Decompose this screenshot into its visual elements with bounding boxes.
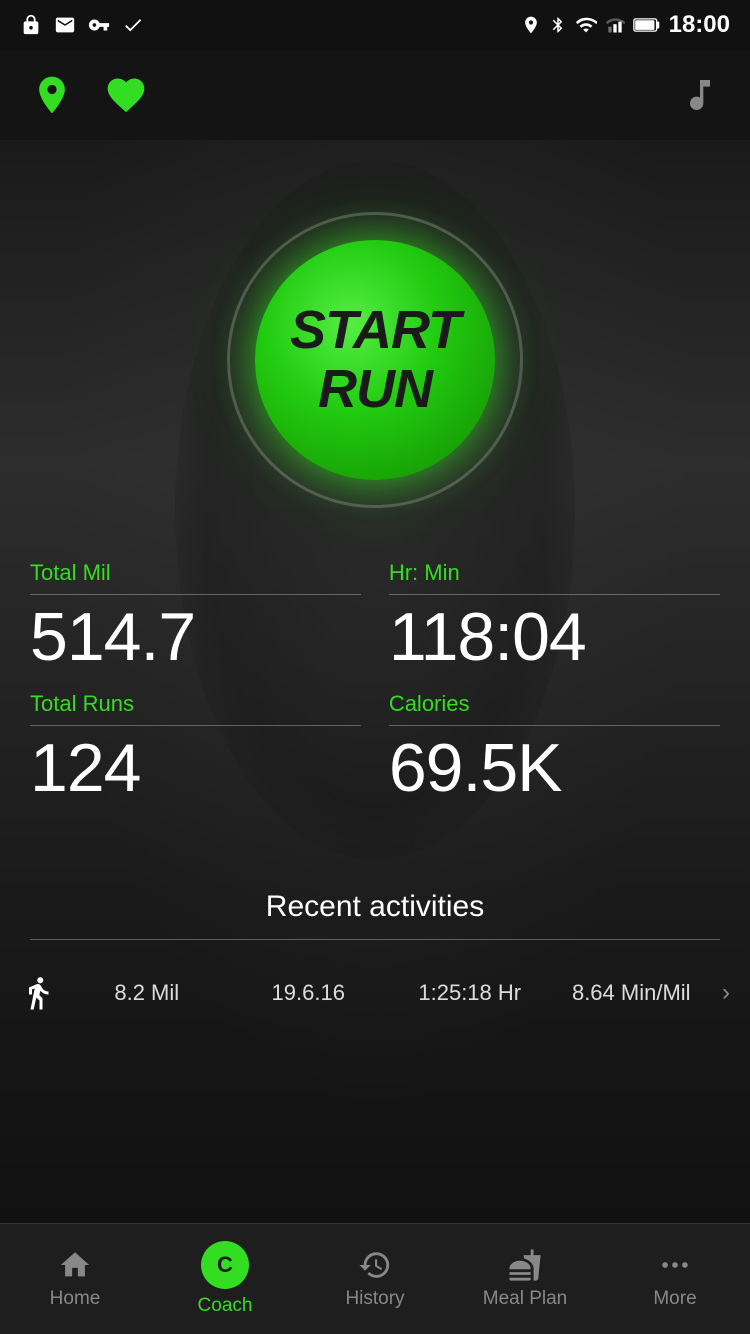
gmail-icon — [54, 14, 76, 36]
home-icon — [58, 1248, 92, 1282]
hr-min-value: 118:04 — [389, 603, 720, 671]
chevron-right-icon: › — [722, 979, 730, 1007]
key-icon — [88, 14, 110, 36]
nav-history[interactable]: History — [300, 1224, 450, 1334]
status-icons-right: 18:00 — [521, 11, 730, 39]
recent-distance: 8.2 Mil — [76, 980, 218, 1006]
nav-home[interactable]: Home — [0, 1224, 150, 1334]
start-run-container: START RUN — [215, 200, 535, 520]
nav-meal-plan[interactable]: Meal Plan — [450, 1224, 600, 1334]
location-icon[interactable] — [30, 73, 74, 117]
recent-date: 19.6.16 — [238, 980, 380, 1006]
stat-calories: Calories 69.5K — [389, 691, 720, 802]
battery-icon — [633, 16, 661, 34]
history-icon — [358, 1248, 392, 1282]
signal-icon — [605, 15, 625, 35]
recent-activities-title: Recent activities — [0, 890, 750, 924]
calories-divider — [389, 725, 720, 726]
lock-icon — [20, 14, 42, 36]
calories-value: 69.5K — [389, 734, 720, 802]
stats-container: Total Mil 514.7 Hr: Min 118:04 Total Run… — [0, 560, 750, 822]
start-run-line1: START — [290, 301, 460, 360]
total-runs-value: 124 — [30, 734, 361, 802]
status-time: 18:00 — [669, 11, 730, 39]
nav-coach-label: Coach — [198, 1295, 253, 1317]
recent-activity-row[interactable]: 8.2 Mil 19.6.16 1:25:18 Hr 8.64 Min/Mil … — [0, 960, 750, 1026]
nav-more-label: More — [653, 1288, 696, 1310]
music-icon[interactable] — [680, 75, 720, 115]
nav-history-label: History — [345, 1288, 404, 1310]
stat-total-runs: Total Runs 124 — [30, 691, 361, 802]
start-run-outer: START RUN — [215, 200, 535, 520]
stats-row-top: Total Mil 514.7 Hr: Min 118:04 — [30, 560, 720, 671]
total-runs-label: Total Runs — [30, 691, 361, 717]
recent-duration: 1:25:18 Hr — [399, 980, 541, 1006]
coach-inner-letter: C — [217, 1252, 233, 1278]
stat-total-mil: Total Mil 514.7 — [30, 560, 361, 671]
total-mil-value: 514.7 — [30, 603, 361, 671]
check-icon — [122, 14, 144, 36]
bluetooth-icon — [549, 16, 567, 34]
start-run-button[interactable]: START RUN — [255, 240, 495, 480]
recent-activities: Recent activities 8.2 Mil 19.6.16 1:25:1… — [0, 890, 750, 1026]
stats-row-bottom: Total Runs 124 Calories 69.5K — [30, 691, 720, 802]
hr-min-divider — [389, 594, 720, 595]
nav-meal-plan-label: Meal Plan — [483, 1288, 568, 1310]
start-run-line2: RUN — [318, 360, 432, 419]
recent-activities-divider — [30, 939, 720, 940]
status-icons-left — [20, 14, 144, 36]
action-bar-left — [30, 73, 148, 117]
recent-pace: 8.64 Min/Mil — [561, 980, 703, 1006]
action-bar — [0, 50, 750, 140]
hr-min-label: Hr: Min — [389, 560, 720, 586]
nav-coach[interactable]: C Coach — [150, 1224, 300, 1334]
gps-icon — [521, 15, 541, 35]
meal-plan-icon — [508, 1248, 542, 1282]
total-mil-label: Total Mil — [30, 560, 361, 586]
stat-hr-min: Hr: Min 118:04 — [389, 560, 720, 671]
calories-label: Calories — [389, 691, 720, 717]
wifi-icon — [575, 14, 597, 36]
heart-icon[interactable] — [104, 73, 148, 117]
total-mil-divider — [30, 594, 361, 595]
nav-home-label: Home — [50, 1288, 101, 1310]
status-bar: 18:00 — [0, 0, 750, 50]
more-icon — [658, 1248, 692, 1282]
bottom-nav: Home C Coach History Meal Plan More — [0, 1223, 750, 1334]
coach-icon-circle: C — [201, 1241, 249, 1289]
nav-more[interactable]: More — [600, 1224, 750, 1334]
main-content: START RUN Total Mil 514.7 Hr: Min 118:04… — [0, 140, 750, 1223]
total-runs-divider — [30, 725, 361, 726]
running-icon — [20, 975, 56, 1011]
